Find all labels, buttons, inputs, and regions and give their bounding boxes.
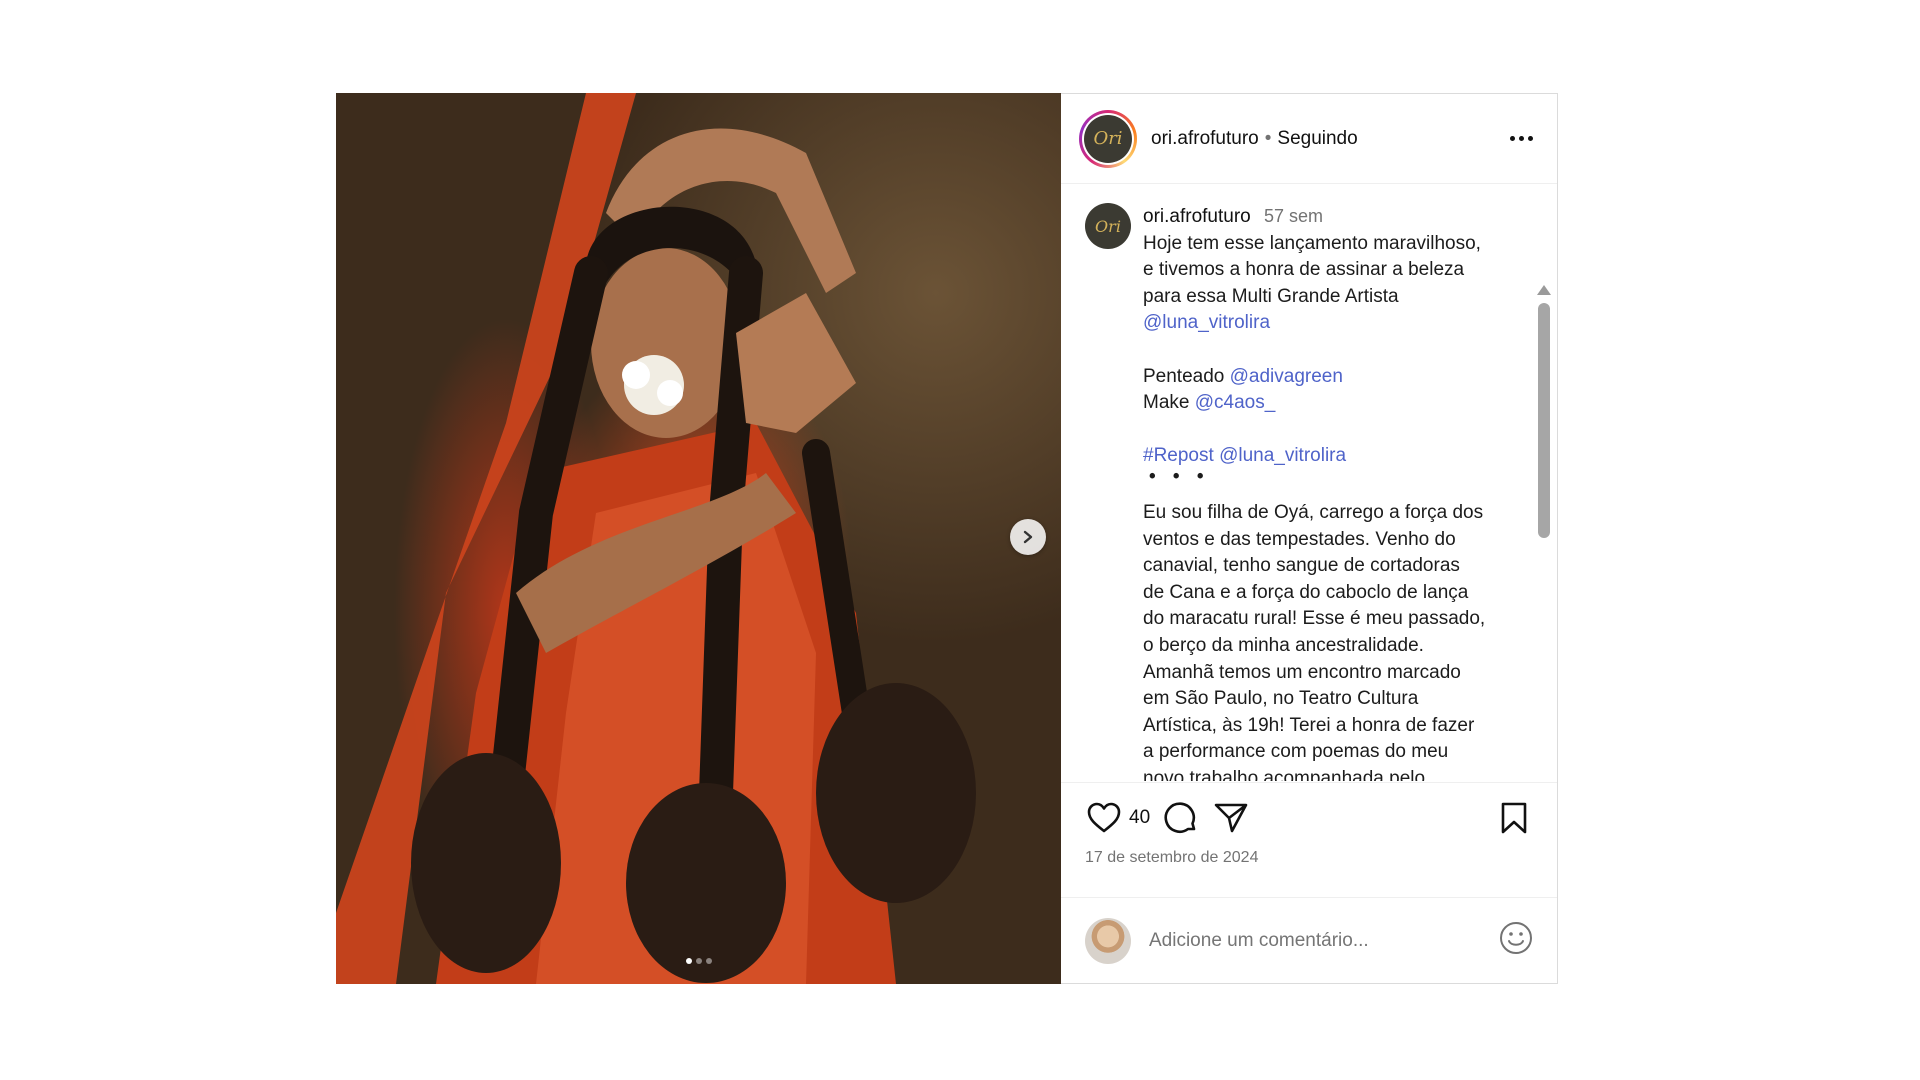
- caption-line: o berço da minha ancestralidade.: [1143, 634, 1424, 656]
- scroll-up-arrow[interactable]: [1537, 285, 1551, 295]
- carousel-dot: [705, 958, 712, 964]
- share-button[interactable]: [1212, 799, 1250, 837]
- comment-icon: [1164, 802, 1196, 833]
- like-count[interactable]: 40: [1129, 807, 1150, 829]
- next-image-button[interactable]: [1010, 519, 1046, 555]
- chevron-right-icon: [1023, 530, 1033, 544]
- like-button[interactable]: [1085, 799, 1123, 837]
- share-icon: [1214, 803, 1248, 833]
- caption-line: ventos e das tempestades. Venho do: [1143, 528, 1456, 550]
- comments-list[interactable]: Ori ori.afrofuturo 57 sem Hoje tem esse …: [1061, 185, 1557, 781]
- hashtag-link[interactable]: #Repost: [1143, 445, 1214, 466]
- mention-link[interactable]: @c4aos_: [1195, 392, 1276, 413]
- follow-status-button[interactable]: Seguindo: [1277, 128, 1357, 150]
- caption-line: do maracatu rural! Esse é meu passado,: [1143, 608, 1486, 630]
- caption-line: Artística, às 19h! Terei a honra de faze…: [1143, 714, 1475, 736]
- add-comment-bar: [1061, 897, 1557, 983]
- post-header: Ori ori.afrofuturo • Seguindo: [1061, 94, 1557, 184]
- profile-username[interactable]: ori.afrofuturo: [1151, 128, 1259, 150]
- caption-line: Hoje tem esse lançamento maravilhoso,: [1143, 232, 1481, 254]
- post-image[interactable]: [336, 93, 1061, 984]
- photo-figure: [336, 93, 976, 984]
- emoji-icon: [1500, 922, 1532, 954]
- carousel-dot: [685, 958, 692, 964]
- caption-line: em São Paulo, no Teatro Cultura: [1143, 688, 1419, 710]
- caption-avatar[interactable]: Ori: [1085, 203, 1131, 249]
- comment-input[interactable]: [1149, 929, 1449, 952]
- caption-line: e tivemos a honra de assinar a beleza: [1143, 259, 1465, 281]
- post-card: Ori ori.afrofuturo • Seguindo Ori ori.af…: [336, 93, 1558, 984]
- post-actions: 40 17 de setembro de 2024: [1061, 782, 1557, 867]
- more-icon[interactable]: [1504, 130, 1539, 147]
- carousel-indicator: [336, 958, 1061, 964]
- avatar-logo: Ori: [1084, 114, 1132, 163]
- comments-scrollbar[interactable]: [1537, 285, 1551, 781]
- heart-icon: [1087, 802, 1121, 833]
- mention-link[interactable]: @luna_vitrolira: [1219, 445, 1346, 466]
- scroll-thumb[interactable]: [1538, 303, 1550, 538]
- caption: Ori ori.afrofuturo 57 sem Hoje tem esse …: [1061, 185, 1557, 781]
- current-user-avatar[interactable]: [1085, 917, 1131, 964]
- comment-button[interactable]: [1162, 799, 1200, 837]
- separator: •: [1264, 127, 1272, 149]
- caption-line: Eu sou filha de Oyá, carrego a força dos: [1143, 501, 1484, 523]
- post-sidebar: Ori ori.afrofuturo • Seguindo Ori ori.af…: [1061, 93, 1558, 984]
- caption-label: Make: [1143, 392, 1190, 414]
- bookmark-icon: [1501, 802, 1527, 834]
- caption-label: Penteado: [1143, 365, 1225, 387]
- mention-link[interactable]: @luna_vitrolira: [1143, 312, 1270, 333]
- caption-line: a performance com poemas do meu: [1143, 741, 1449, 763]
- caption-username[interactable]: ori.afrofuturo: [1143, 206, 1251, 227]
- carousel-dot: [695, 958, 702, 964]
- caption-line: novo trabalho acompanhada pelo: [1143, 767, 1426, 781]
- save-button[interactable]: [1495, 799, 1533, 837]
- caption-time[interactable]: 57 sem: [1264, 206, 1323, 226]
- caption-line: Amanhã temos um encontro marcado: [1143, 661, 1461, 683]
- profile-avatar[interactable]: Ori: [1079, 109, 1137, 168]
- caption-text: ori.afrofuturo 57 sem Hoje tem esse lanç…: [1143, 203, 1515, 781]
- caption-line: canavial, tenho sangue de cortadoras: [1143, 555, 1460, 577]
- caption-line: de Cana e a força do caboclo de lança: [1143, 581, 1469, 603]
- mention-link[interactable]: @adivagreen: [1230, 366, 1343, 387]
- emoji-button[interactable]: [1499, 921, 1533, 960]
- caption-dots: • • •: [1149, 465, 1210, 487]
- post-date[interactable]: 17 de setembro de 2024: [1085, 849, 1533, 867]
- caption-line: para essa Multi Grande Artista: [1143, 285, 1399, 307]
